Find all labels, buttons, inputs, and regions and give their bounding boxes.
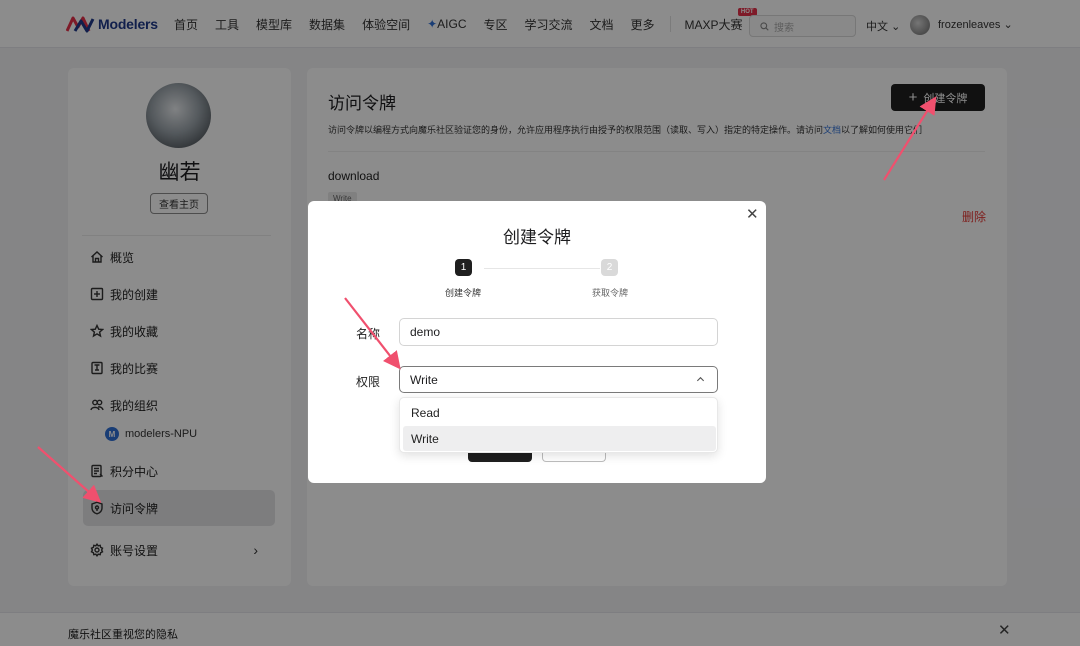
- step-1-label: 创建令牌: [445, 288, 482, 298]
- step-connector: [484, 268, 600, 269]
- step-2-indicator: 2: [601, 259, 618, 276]
- close-icon[interactable]: ✕: [746, 205, 759, 223]
- name-label: 名称: [356, 327, 381, 341]
- permission-select[interactable]: Write: [399, 366, 718, 393]
- permission-selected-value: Write: [410, 372, 438, 387]
- step-2-label: 获取令牌: [592, 288, 629, 298]
- chevron-up-icon: [696, 376, 705, 382]
- modal-title: 创建令牌: [503, 228, 571, 247]
- permission-option-read[interactable]: Read: [403, 400, 716, 425]
- step-1-indicator: 1: [455, 259, 472, 276]
- permission-label: 权限: [356, 375, 381, 389]
- permission-option-write[interactable]: Write: [403, 426, 716, 451]
- permission-dropdown: Read Write: [399, 397, 718, 453]
- name-input[interactable]: demo: [399, 318, 718, 346]
